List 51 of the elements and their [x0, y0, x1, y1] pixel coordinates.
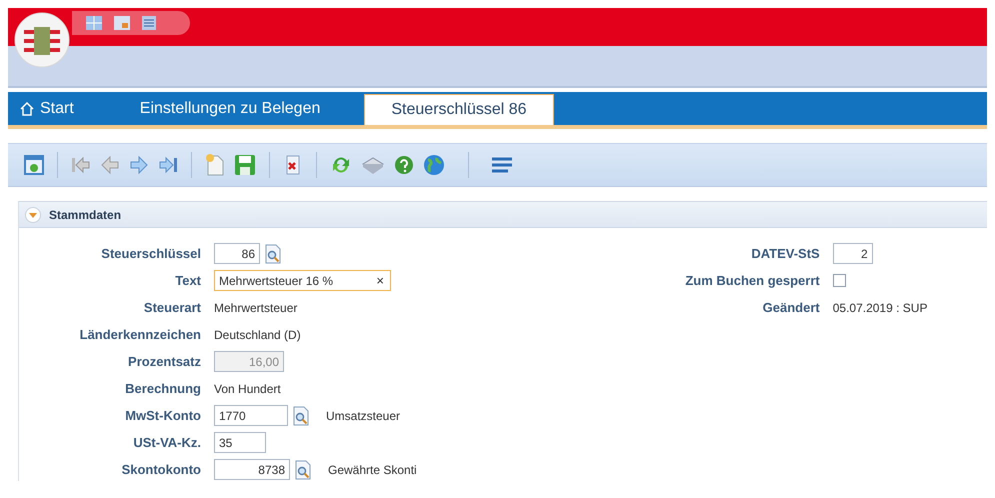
calculator-icon[interactable]: [142, 16, 156, 30]
field-label: Steuerschlüssel: [100, 246, 201, 261]
input-field[interactable]: 8738: [214, 459, 290, 480]
field-label: Prozentsatz: [127, 354, 201, 369]
help-icon[interactable]: [394, 155, 414, 175]
home-icon: [20, 102, 34, 116]
input-field[interactable]: 86: [214, 243, 260, 264]
collapse-toggle[interactable]: [25, 206, 41, 222]
left-arrow-icon[interactable]: [100, 155, 120, 175]
tab[interactable]: Steuerschlüssel 86: [364, 94, 554, 125]
lookup-icon[interactable]: [292, 406, 310, 426]
field-label: DATEV-StS: [750, 246, 820, 261]
account-name: Umsatzsteuer: [326, 408, 400, 422]
last-record-icon[interactable]: [158, 155, 178, 175]
new-document-icon[interactable]: [205, 154, 225, 176]
field-label: USt-VA-Kz.: [132, 435, 201, 450]
section-title: Stammdaten: [49, 208, 122, 222]
input-field[interactable]: 2: [832, 243, 873, 264]
field-label: Berechnung: [124, 381, 201, 396]
printer-icon[interactable]: [361, 155, 385, 175]
field-label: MwSt-Konto: [124, 408, 201, 423]
grid-icon[interactable]: [86, 16, 102, 30]
input-field[interactable]: 35: [214, 432, 266, 453]
menu-icon[interactable]: [492, 157, 514, 173]
input-field[interactable]: 1770: [214, 405, 288, 426]
save-icon[interactable]: [234, 154, 256, 176]
field-label: Geändert: [762, 300, 820, 315]
new-window-icon[interactable]: [24, 155, 44, 175]
clear-button[interactable]: ×: [376, 273, 384, 288]
field-value: Deutschland (D): [214, 328, 301, 342]
globe-icon[interactable]: [423, 154, 445, 176]
window-icon[interactable]: [114, 16, 130, 30]
first-record-icon[interactable]: [71, 155, 91, 175]
app-logo[interactable]: [14, 12, 70, 68]
field-label: Steuerart: [142, 300, 201, 315]
caret-icon: [28, 210, 38, 218]
tab[interactable]: Start: [8, 92, 86, 125]
checkbox[interactable]: [832, 274, 846, 287]
field-label: Länderkennzeichen: [78, 327, 201, 342]
lookup-icon[interactable]: [264, 244, 282, 264]
tab[interactable]: Einstellungen zu Belegen: [128, 92, 332, 125]
field-label: Zum Buchen gesperrt: [684, 273, 820, 288]
text-field[interactable]: Mehrwertsteuer 16 % ×: [214, 270, 391, 291]
field-label: Skontokonto: [120, 462, 201, 477]
right-arrow-icon[interactable]: [129, 155, 149, 175]
field-label: Text: [174, 273, 201, 288]
lookup-icon[interactable]: [294, 460, 312, 480]
field-value: Mehrwertsteuer: [214, 300, 298, 314]
field-value: Von Hundert: [214, 382, 281, 396]
field-value: 05.07.2019 : SUP: [832, 300, 928, 314]
account-name: Gewährte Skonti: [328, 462, 417, 476]
